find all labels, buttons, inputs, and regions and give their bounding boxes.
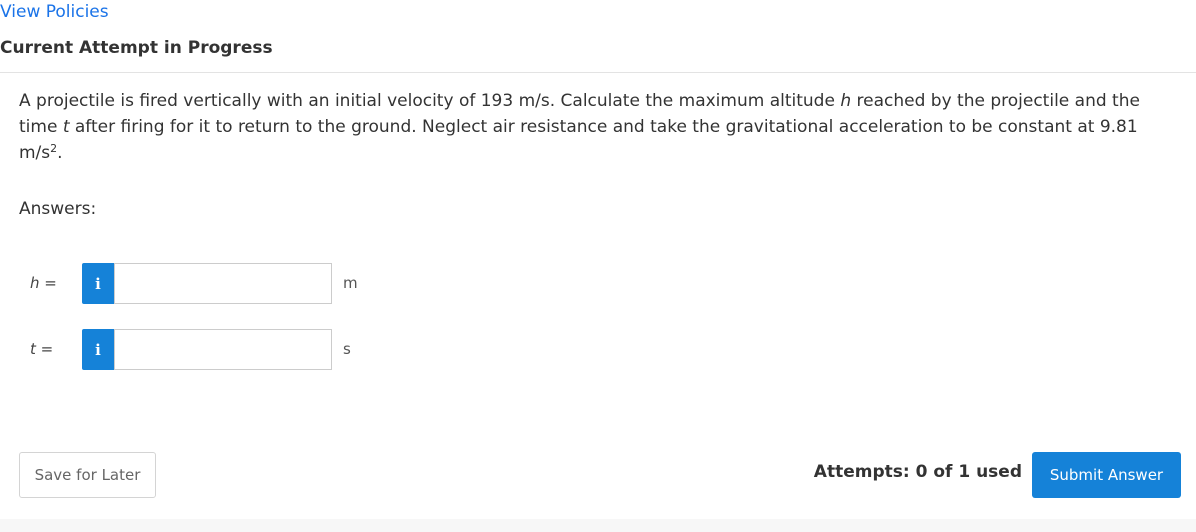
info-icon[interactable]: i bbox=[82, 329, 114, 370]
answer-row-h: h = i m bbox=[0, 263, 400, 305]
info-icon[interactable]: i bbox=[82, 263, 114, 304]
question-part-1: A projectile is fired vertically with an… bbox=[19, 91, 841, 111]
unit-label-t: s bbox=[343, 340, 351, 358]
answer-equals-h: = bbox=[39, 274, 57, 292]
divider bbox=[0, 72, 1196, 73]
question-part-4: . bbox=[57, 143, 63, 163]
view-policies-link[interactable]: View Policies bbox=[0, 2, 109, 22]
answer-label-h: h = bbox=[30, 274, 57, 292]
section-title: Current Attempt in Progress bbox=[0, 38, 273, 58]
answer-row-t: t = i s bbox=[0, 329, 400, 371]
answer-label-t: t = bbox=[30, 340, 53, 358]
assignment-page: View Policies Current Attempt in Progres… bbox=[0, 0, 1196, 532]
question-part-3: after firing for it to return to the gro… bbox=[19, 117, 1138, 163]
answer-var-h: h bbox=[30, 274, 40, 292]
submit-answer-button[interactable]: Submit Answer bbox=[1032, 452, 1181, 498]
unit-label-h: m bbox=[343, 274, 358, 292]
save-for-later-button[interactable]: Save for Later bbox=[19, 452, 156, 498]
footer-strip bbox=[0, 519, 1196, 532]
question-var-h: h bbox=[840, 91, 852, 111]
attempts-counter: Attempts: 0 of 1 used bbox=[813, 462, 1022, 482]
answer-input-t[interactable] bbox=[114, 329, 332, 370]
answers-label: Answers: bbox=[19, 199, 97, 219]
answer-input-h[interactable] bbox=[114, 263, 332, 304]
question-text: A projectile is fired vertically with an… bbox=[19, 88, 1169, 166]
answer-equals-t: = bbox=[35, 340, 54, 358]
